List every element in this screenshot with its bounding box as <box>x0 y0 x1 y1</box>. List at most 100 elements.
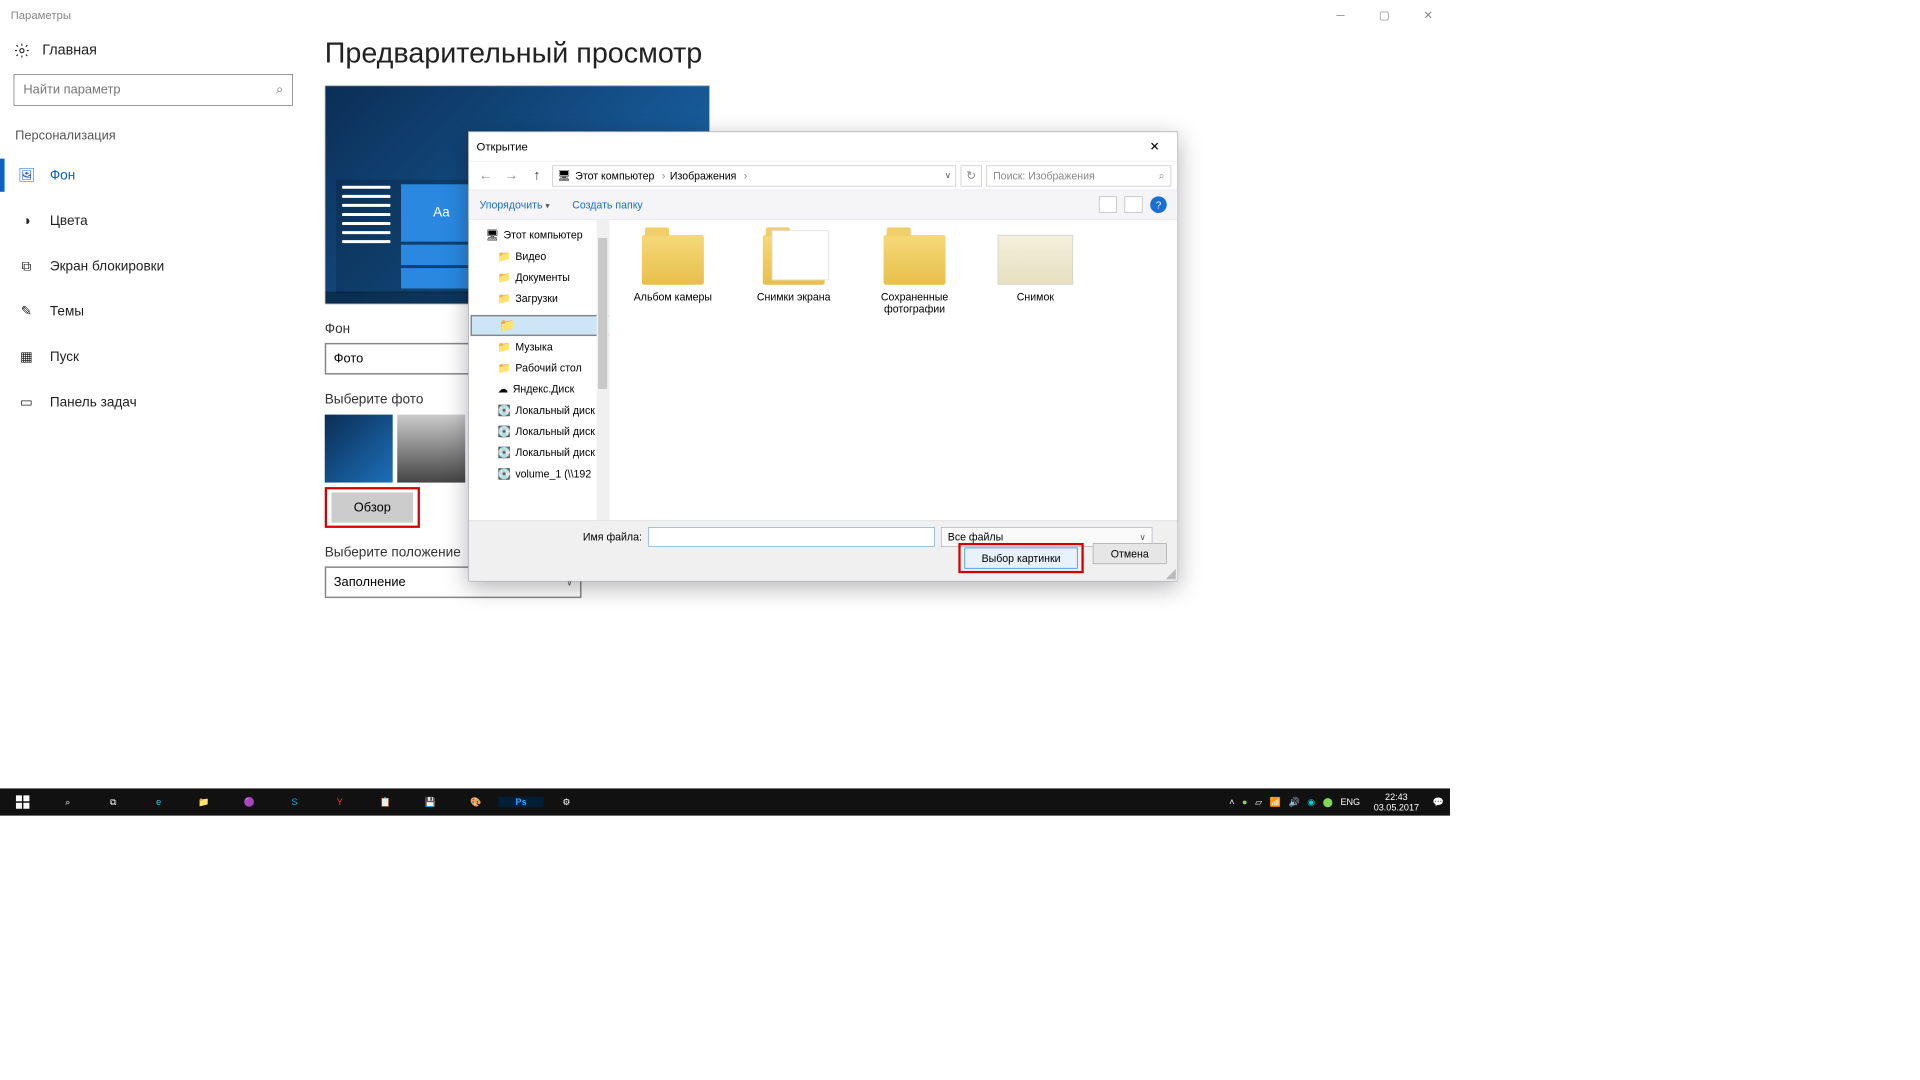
refresh-button[interactable]: ↻ <box>961 165 982 186</box>
clock[interactable]: 22:43 03.05.2017 <box>1368 791 1425 812</box>
tree-item-local-disk[interactable]: 💽Локальный диск <box>470 421 607 442</box>
tree-item-local-disk[interactable]: 💽Локальный диск <box>470 442 607 463</box>
breadcrumb-item[interactable]: Этот компьютер <box>575 170 665 182</box>
address-bar[interactable]: 🖥 Этот компьютер Изображения ∨ <box>552 165 956 186</box>
wallpaper-thumb[interactable] <box>397 415 465 483</box>
brush-icon: ✎ <box>18 303 35 319</box>
sidebar: Главная Найти параметр ⌕ Персонализация … <box>0 30 302 424</box>
tree-item-this-pc[interactable]: 🖥Этот компьютер <box>470 224 607 245</box>
sidebar-item-background[interactable]: 🖼 Фон <box>0 153 292 198</box>
sidebar-item-label: Панель задач <box>50 394 137 410</box>
disk-icon: 💽 <box>498 404 511 417</box>
tree-item-videos[interactable]: 📁Видео <box>470 245 607 266</box>
search-input[interactable]: Найти параметр ⌕ <box>14 74 293 106</box>
folder-tree[interactable]: 🖥Этот компьютер 📁Видео 📁Документы 📁Загру… <box>469 220 609 521</box>
taskbar-app-settings[interactable]: ⚙ <box>544 797 589 808</box>
sidebar-item-start[interactable]: ▦ Пуск <box>0 334 292 379</box>
task-view-button[interactable]: ⧉ <box>91 788 136 815</box>
language-indicator[interactable]: ENG <box>1340 797 1360 808</box>
dialog-title: Открытие <box>477 140 528 153</box>
tree-item-downloads[interactable]: 📁Загрузки <box>470 288 607 309</box>
dialog-close-button[interactable]: ✕ <box>1140 139 1170 154</box>
taskbar-app-explorer[interactable]: 📁 <box>181 797 226 808</box>
taskbar-app[interactable]: 🟣 <box>227 797 272 808</box>
window-title: Параметры <box>11 9 71 22</box>
preview-pane-button[interactable] <box>1124 196 1142 213</box>
sidebar-item-label: Пуск <box>50 349 79 365</box>
image-item[interactable]: Снимок <box>990 235 1081 303</box>
organize-button[interactable]: Упорядочить ▾ <box>480 199 550 211</box>
sidebar-item-label: Экран блокировки <box>50 258 164 274</box>
tree-item-music[interactable]: 📁Музыка <box>470 336 607 357</box>
folder-item[interactable]: Сохраненные фотографии <box>869 235 960 315</box>
tray-icon[interactable]: ⬤ <box>1323 797 1333 808</box>
dialog-bottom: Имя файла: Все файлы ∨ Выбор картинки От… <box>469 520 1177 580</box>
taskbar-app[interactable]: 💾 <box>408 797 453 808</box>
chevron-down-icon[interactable]: ∨ <box>945 171 951 181</box>
maximize-button[interactable]: ▢ <box>1362 0 1406 30</box>
settings-window: Параметры ─ ▢ ✕ Главная Найти параметр ⌕… <box>0 0 1450 788</box>
tree-item-pictures[interactable]: 📁Изображения <box>470 315 609 336</box>
tray-chevron-icon[interactable]: ˄ <box>1229 797 1234 808</box>
help-button[interactable]: ? <box>1150 196 1167 213</box>
home-link[interactable]: Главная <box>14 42 292 59</box>
back-button[interactable]: ← <box>475 168 496 184</box>
taskbar-app-paint[interactable]: 🎨 <box>453 797 498 808</box>
tray-icon[interactable]: ◉ <box>1307 797 1315 808</box>
breadcrumb-item[interactable]: Изображения <box>670 170 747 182</box>
notifications-button[interactable]: 💬 <box>1433 797 1444 808</box>
search-button[interactable]: ⌕ <box>45 788 90 815</box>
search-placeholder: Найти параметр <box>23 82 276 97</box>
clock-time: 22:43 <box>1374 791 1419 802</box>
disk-icon: 💽 <box>498 425 511 438</box>
cancel-button[interactable]: Отмена <box>1093 543 1167 564</box>
browse-button[interactable]: Обзор <box>332 492 414 522</box>
taskbar-app[interactable]: 📋 <box>362 797 407 808</box>
filename-label: Имя файла: <box>480 531 642 543</box>
filename-input[interactable] <box>648 527 935 547</box>
tree-item-documents[interactable]: 📁Документы <box>470 267 607 288</box>
open-button[interactable]: Выбор картинки <box>964 548 1077 569</box>
sidebar-item-label: Темы <box>50 303 84 319</box>
taskbar-app-photoshop[interactable]: Ps <box>498 797 543 808</box>
up-button[interactable]: ↑ <box>526 168 547 184</box>
highlight-annotation: Обзор <box>325 487 420 528</box>
wifi-icon[interactable]: 📶 <box>1270 797 1281 808</box>
dialog-search-input[interactable]: Поиск: Изображения ⌕ <box>986 165 1171 186</box>
taskbar-app-edge[interactable]: e <box>136 797 181 808</box>
forward-button[interactable]: → <box>501 168 522 184</box>
tree-item-desktop[interactable]: 📁Рабочий стол <box>470 357 607 378</box>
new-folder-button[interactable]: Создать папку <box>572 199 642 211</box>
tree-scrollbar[interactable] <box>597 220 609 521</box>
taskbar-app-yandex[interactable]: Y <box>317 797 362 808</box>
sidebar-item-label: Фон <box>50 167 75 183</box>
dialog-navbar: ← → ↑ 🖥 Этот компьютер Изображения ∨ ↻ П… <box>469 161 1177 190</box>
sidebar-item-lockscreen[interactable]: ⧉ Экран блокировки <box>0 243 292 288</box>
minimize-button[interactable]: ─ <box>1319 0 1363 30</box>
close-button[interactable]: ✕ <box>1406 0 1450 30</box>
start-button[interactable] <box>0 788 45 815</box>
file-label: Снимок <box>990 291 1081 303</box>
file-label: Сохраненные фотографии <box>869 291 960 315</box>
folder-item[interactable]: Снимки экрана <box>748 235 839 303</box>
cloud-icon: ☁ <box>498 383 509 396</box>
sidebar-item-taskbar[interactable]: ▭ Панель задач <box>0 379 292 424</box>
sidebar-item-themes[interactable]: ✎ Темы <box>0 288 292 333</box>
view-mode-button[interactable] <box>1099 196 1117 213</box>
folder-item[interactable]: Альбом камеры <box>628 235 719 303</box>
tray-icon[interactable]: ▱ <box>1255 797 1262 808</box>
page-title: Предварительный просмотр <box>325 38 710 70</box>
tree-item-local-disk[interactable]: 💽Локальный диск <box>470 400 607 421</box>
pc-icon: 🖥 <box>557 169 570 182</box>
resize-grip[interactable] <box>1165 569 1176 580</box>
tree-item-yandex-disk[interactable]: ☁Яндекс.Диск <box>470 378 607 399</box>
tray-icon[interactable]: ● <box>1242 797 1247 808</box>
volume-icon[interactable]: 🔊 <box>1288 797 1299 808</box>
file-list[interactable]: Альбом камеры Снимки экрана Сохраненные … <box>609 220 1177 521</box>
taskbar-app-skype[interactable]: S <box>272 797 317 808</box>
sidebar-item-colors[interactable]: ◑ Цвета <box>0 198 292 243</box>
tree-item-network-volume[interactable]: 💽volume_1 (\\192 <box>470 463 607 484</box>
file-open-dialog: Открытие ✕ ← → ↑ 🖥 Этот компьютер Изобра… <box>468 131 1178 581</box>
wallpaper-thumb[interactable] <box>325 415 393 483</box>
folder-icon: 📁 <box>498 250 511 263</box>
